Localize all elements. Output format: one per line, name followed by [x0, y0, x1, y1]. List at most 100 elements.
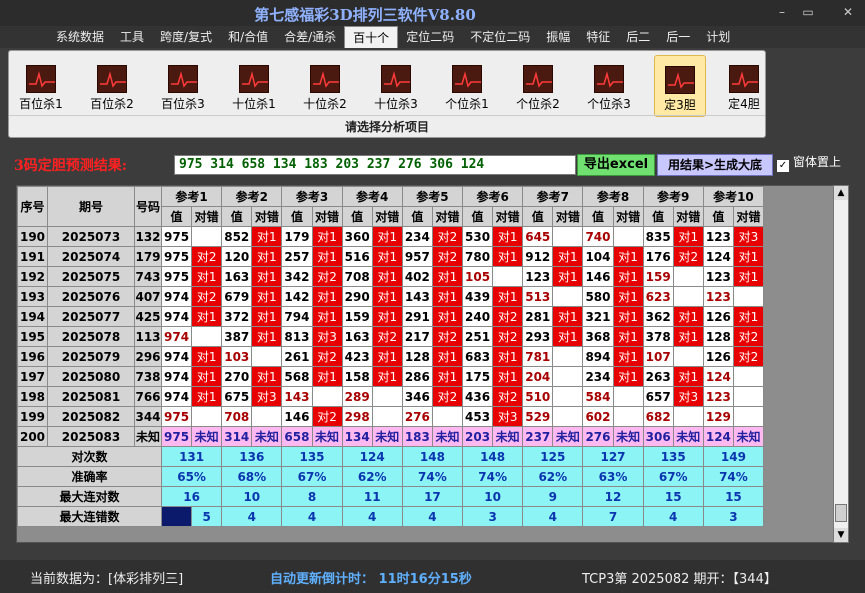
menu-item-1[interactable]: 工具: [112, 26, 152, 48]
next-value: 314: [221, 426, 253, 447]
table-row[interactable]: 196 2025079 296 974 对1 103 261 对2 423 对1 128 对1 683 对…: [17, 346, 765, 367]
ribbon-button-1[interactable]: 百位杀2: [86, 55, 138, 117]
table-row[interactable]: 192 2025075 743 975 对1 163 对1 342 对2 708 对1 402 对1 10…: [17, 266, 765, 287]
ref-value-text: 103: [224, 349, 250, 364]
sub-value-10: 值: [702, 206, 734, 227]
next-value: 237: [522, 426, 554, 447]
next-hit: 未知: [552, 426, 584, 447]
ref-value: 346: [401, 386, 433, 407]
menu-item-2[interactable]: 跨度/复式: [152, 26, 220, 48]
ribbon-button-0[interactable]: 百位杀1: [15, 55, 67, 117]
ribbon-button-9[interactable]: 定3胆: [654, 55, 706, 117]
row-issue: 2025078: [47, 326, 135, 347]
ref-value: 368: [582, 326, 614, 347]
ribbon-button-2[interactable]: 百位杀3: [157, 55, 209, 117]
ribbon-button-10[interactable]: 定4胆: [718, 55, 770, 117]
ref-value-text: 143: [284, 389, 310, 404]
ref-value: 159: [341, 306, 373, 327]
ref-hit: 对1: [311, 246, 343, 267]
sub-value-7: 值: [522, 206, 554, 227]
ribbon-button-4[interactable]: 十位杀2: [299, 55, 351, 117]
ref-value: 378: [642, 326, 674, 347]
row-issue: 2025081: [47, 386, 135, 407]
vertical-scrollbar[interactable]: ▲ ▼: [833, 185, 849, 543]
row-seq: 194: [17, 306, 48, 327]
stats-value: 148: [462, 446, 524, 467]
row-number: 738: [134, 366, 162, 387]
ribbon-button-5[interactable]: 十位杀3: [370, 55, 422, 117]
table-row[interactable]: 197 2025080 738 974 对1 270 对1 568 对1 158 对1 286 对1 17…: [17, 366, 765, 387]
menu-item-8[interactable]: 振幅: [538, 26, 578, 48]
ref-value: 123: [702, 386, 734, 407]
line-chart-icon: [381, 65, 411, 93]
menu-item-4[interactable]: 合差/通杀: [276, 26, 344, 48]
ref-value: 128: [702, 326, 734, 347]
stats-value: 74%: [401, 466, 464, 487]
scroll-down-icon[interactable]: ▼: [834, 528, 848, 542]
scroll-thumb[interactable]: [835, 504, 847, 522]
table-row[interactable]: 194 2025077 425 974 对1 372 对1 794 对1 159 对1 291 对1 24…: [17, 306, 765, 327]
ref-hit: 对2: [431, 246, 464, 267]
ribbon-label-8: 个位杀3: [587, 97, 631, 111]
menu-item-0[interactable]: 系统数据: [48, 26, 112, 48]
table-row[interactable]: 195 2025078 113 974 387 对1 813 对3 163 对2 217 对2 251 对…: [17, 326, 765, 347]
app-title: 第七感福彩3D排列三软件V8.80: [254, 6, 476, 24]
next-issue: 2025083: [47, 426, 135, 447]
menu-item-11[interactable]: 后一: [658, 26, 698, 48]
close-icon[interactable]: ✕: [838, 4, 858, 20]
ref-hit: 对2: [311, 266, 343, 287]
ref-hit: 对1: [251, 246, 283, 267]
header-1: 期号: [47, 186, 135, 227]
ribbon-button-8[interactable]: 个位杀3: [583, 55, 635, 117]
ref-hit: 对2: [191, 286, 223, 307]
stats-value: 15: [642, 486, 704, 507]
ref-value: 240: [462, 306, 494, 327]
topmost-toggle[interactable]: ✓ 窗体置上: [777, 155, 841, 172]
table-row[interactable]: 190 2025073 132 975 852 对1 179 对1 360 对1 234 对2 530 对…: [17, 226, 765, 247]
menu-item-7[interactable]: 不定位二码: [462, 26, 538, 48]
row-issue: 2025082: [47, 406, 135, 427]
ref-hit: 对1: [251, 366, 283, 387]
menu-item-12[interactable]: 计划: [698, 26, 738, 48]
table-row[interactable]: 199 2025082 344 975 708 146 对2 298 276 453 对3 529 60…: [17, 406, 765, 427]
ref-value-text: 289: [344, 389, 370, 404]
stats-value: 9: [522, 486, 584, 507]
topmost-checkbox[interactable]: ✓: [777, 160, 789, 172]
table-row[interactable]: 191 2025074 179 975 对2 120 对1 257 对1 516 对1 957 对2 78…: [17, 246, 765, 267]
minimize-icon[interactable]: –: [772, 4, 792, 20]
ref-value: 217: [401, 326, 433, 347]
ref-value: 126: [702, 346, 734, 367]
menu-item-5[interactable]: 百十个: [344, 26, 399, 48]
ref-hit: [612, 406, 644, 427]
table-row[interactable]: 193 2025076 407 974 对2 679 对1 142 对1 290 对1 143 对1 43…: [17, 286, 765, 307]
table-row[interactable]: 198 2025081 766 974 对1 675 对3 143 289 346 对2 436 对2 5…: [17, 386, 765, 407]
menu-item-3[interactable]: 和/合值: [220, 26, 276, 48]
menu-item-9[interactable]: 特征: [578, 26, 618, 48]
menu-item-6[interactable]: 定位二码: [398, 26, 462, 48]
ref-value: 123: [702, 286, 734, 307]
ref-hit: 对1: [251, 226, 283, 247]
ref-value-text: 129: [705, 409, 731, 424]
export-excel-button[interactable]: 导出excel: [577, 154, 655, 176]
line-chart-icon: [729, 65, 759, 93]
stats-value: 68%: [221, 466, 283, 487]
restore-icon[interactable]: ▭: [798, 4, 818, 20]
analysis-table: 序号 期号 号码 参考1 参考2 参考3 参考4 参考5 参考6 参考7 参考8 参考9 参考10 值对错…: [17, 186, 765, 527]
ref-hit: 对1: [612, 366, 644, 387]
ribbon-button-6[interactable]: 个位杀1: [441, 55, 493, 117]
next-hit: 未知: [732, 426, 765, 447]
ribbon-button-7[interactable]: 个位杀2: [512, 55, 564, 117]
generate-base-button[interactable]: 用结果>生成大底: [657, 154, 773, 176]
next-row[interactable]: 200 2025083 未知 975 未知 314 未知 658 未知 134 未知 183 未知 203…: [17, 426, 765, 447]
ref-value: 852: [221, 226, 253, 247]
stats-value: 8: [281, 486, 343, 507]
ribbon-button-3[interactable]: 十位杀1: [228, 55, 280, 117]
prediction-result-field[interactable]: 975 314 658 134 183 203 237 276 306 124: [174, 155, 576, 175]
row-number: 407: [134, 286, 162, 307]
ref-value: 175: [462, 366, 494, 387]
ref-hit: 对2: [371, 326, 403, 347]
menu-item-10[interactable]: 后二: [618, 26, 658, 48]
stats-value: 124: [341, 446, 403, 467]
ref-hit: 对1: [492, 366, 524, 387]
scroll-up-icon[interactable]: ▲: [834, 186, 848, 200]
